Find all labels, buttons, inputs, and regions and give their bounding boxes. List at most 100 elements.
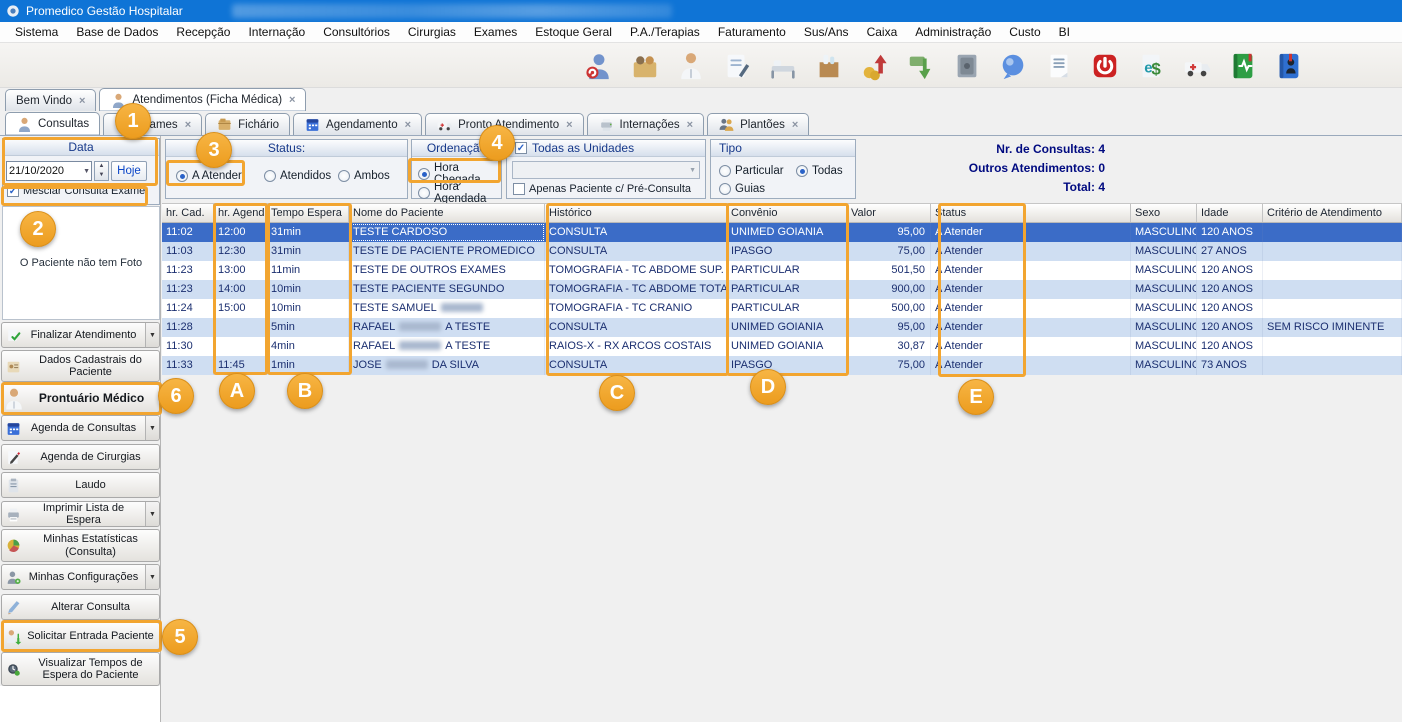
- pre-consulta-checkbox[interactable]: ✓: [513, 183, 525, 195]
- radio-ambos[interactable]: Ambos: [338, 170, 390, 182]
- tab-agendamento[interactable]: Agendamento×: [293, 113, 422, 135]
- phonebook-icon[interactable]: [1272, 47, 1306, 85]
- all-units-checkbox[interactable]: ✓: [515, 142, 527, 154]
- tab-bem-vindo[interactable]: Bem Vindo×: [5, 89, 96, 111]
- table-row[interactable]: 11:0212:0031minTESTE CARDOSOCONSULTAUNIM…: [162, 223, 1402, 242]
- column-header-status[interactable]: Status: [931, 204, 1131, 222]
- menu-bi[interactable]: BI: [1050, 23, 1079, 41]
- supplies-icon[interactable]: [812, 47, 846, 85]
- menu-sistema[interactable]: Sistema: [6, 23, 67, 41]
- today-button[interactable]: Hoje: [111, 161, 147, 181]
- close-tab-icon[interactable]: ×: [289, 94, 295, 106]
- column-header-hr-cad[interactable]: hr. Cad.: [162, 204, 214, 222]
- spinner-up-icon[interactable]: ▲: [95, 162, 108, 171]
- menu-p-a-terapias[interactable]: P.A./Terapias: [621, 23, 709, 41]
- radio-particular-dot[interactable]: [719, 165, 731, 177]
- date-input[interactable]: [6, 161, 92, 181]
- table-row[interactable]: 11:3311:451minJOSEDA SILVACONSULTAIPASGO…: [162, 356, 1402, 375]
- table-row[interactable]: 11:0312:3031minTESTE DE PACIENTE PROMEDI…: [162, 242, 1402, 261]
- minhas-estatisticas-consulta-button[interactable]: Minhas Estatísticas (Consulta): [1, 529, 160, 562]
- solicitar-entrada-paciente-button[interactable]: Solicitar Entrada Paciente: [1, 622, 160, 650]
- close-tab-icon[interactable]: ×: [687, 119, 693, 131]
- radio-hora-agendada[interactable]: Hora Agendada: [418, 181, 501, 205]
- table-row[interactable]: 11:2314:0010minTESTE PACIENTE SEGUNDOTOM…: [162, 280, 1402, 299]
- alterar-consulta-button[interactable]: Alterar Consulta: [1, 594, 160, 620]
- menu-estoque-geral[interactable]: Estoque Geral: [526, 23, 621, 41]
- invoice-icon[interactable]: [1042, 47, 1076, 85]
- dropdown-arrow-icon[interactable]: ▼: [145, 502, 159, 526]
- tab-fichario[interactable]: Fichário: [205, 113, 290, 135]
- radio-a-atender[interactable]: A Atender: [176, 170, 242, 182]
- close-tab-icon[interactable]: ×: [792, 119, 798, 131]
- logoff-icon[interactable]: [1088, 47, 1122, 85]
- column-header-convenio[interactable]: Convênio: [727, 204, 847, 222]
- close-tab-icon[interactable]: ×: [405, 119, 411, 131]
- minhas-configuracoes-button[interactable]: Minhas Configurações▼: [1, 564, 160, 590]
- column-header-nome-do-paciente[interactable]: Nome do Paciente: [349, 204, 545, 222]
- column-header-criterio-de-atendimento[interactable]: Critério de Atendimento: [1263, 204, 1402, 222]
- prescription-icon[interactable]: [720, 47, 754, 85]
- radio-atendidos-dot[interactable]: [264, 170, 276, 182]
- user-sync-icon[interactable]: [582, 47, 616, 85]
- spinner-down-icon[interactable]: ▼: [95, 171, 108, 180]
- laudo-button[interactable]: Laudo: [1, 472, 160, 498]
- column-header-hr-agend[interactable]: hr. Agend: [214, 204, 267, 222]
- radio-guias[interactable]: Guias: [719, 183, 765, 195]
- radio-hora-agendada-dot[interactable]: [418, 187, 430, 199]
- tab-consultas[interactable]: Consultas: [5, 112, 100, 135]
- hospital-bed-icon[interactable]: [766, 47, 800, 85]
- column-header-valor[interactable]: Valor: [847, 204, 931, 222]
- dropdown-arrow-icon[interactable]: ▼: [145, 323, 159, 347]
- dropdown-arrow-icon[interactable]: ▼: [145, 416, 159, 440]
- unit-select-dropdown-icon[interactable]: ▼: [689, 167, 696, 174]
- menu-recepcao[interactable]: Recepção: [167, 23, 239, 41]
- tab-pronto-atendimento[interactable]: Pronto Atendimento×: [425, 113, 583, 135]
- dados-cadastrais-do-paciente-button[interactable]: Dados Cadastrais do Paciente: [1, 350, 160, 382]
- vitals-agenda-icon[interactable]: [1226, 47, 1260, 85]
- column-header-tempo-espera[interactable]: Tempo Espera: [267, 204, 349, 222]
- tab-internacoes[interactable]: Internações×: [587, 113, 705, 135]
- merge-consulta-checkbox[interactable]: ✓: [7, 185, 19, 197]
- agenda-de-consultas-button[interactable]: Agenda de Consultas▼: [1, 415, 160, 441]
- radio-a-atender-dot[interactable]: [176, 170, 188, 182]
- menu-base-de-dados[interactable]: Base de Dados: [67, 23, 167, 41]
- tab-atendimentos-ficha-medica[interactable]: Atendimentos (Ficha Médica)×: [99, 88, 306, 111]
- date-spinner[interactable]: ▲ ▼: [94, 161, 109, 181]
- imprimir-lista-de-espera-button[interactable]: Imprimir Lista de Espera▼: [1, 501, 160, 527]
- column-header-historico[interactable]: Histórico: [545, 204, 727, 222]
- table-row[interactable]: 11:2415:0010minTESTE SAMUELTOMOGRAFIA - …: [162, 299, 1402, 318]
- revenue-up-icon[interactable]: [858, 47, 892, 85]
- safe-icon[interactable]: [950, 47, 984, 85]
- expense-down-icon[interactable]: [904, 47, 938, 85]
- radio-atendidos[interactable]: Atendidos: [264, 170, 331, 182]
- menu-cirurgias[interactable]: Cirurgias: [399, 23, 465, 41]
- tab-exames[interactable]: Exames×: [103, 113, 202, 135]
- finalizar-atendimento-button[interactable]: Finalizar Atendimento▼: [1, 322, 160, 348]
- dropdown-arrow-icon[interactable]: ▼: [145, 565, 159, 589]
- table-row[interactable]: 11:304minRAFAELA TESTERAIOS-X - RX ARCOS…: [162, 337, 1402, 356]
- menu-exames[interactable]: Exames: [465, 23, 526, 41]
- close-tab-icon[interactable]: ×: [185, 119, 191, 131]
- menu-consultorios[interactable]: Consultórios: [314, 23, 399, 41]
- menu-administracao[interactable]: Administração: [906, 23, 1000, 41]
- prontuario-medico-button[interactable]: Prontuário Médico: [1, 384, 160, 413]
- column-header-sexo[interactable]: Sexo: [1131, 204, 1197, 222]
- chat-icon[interactable]: [996, 47, 1030, 85]
- visualizar-tempos-de-espera-do-paciente-button[interactable]: Visualizar Tempos de Espera do Paciente: [1, 652, 160, 686]
- menu-caixa[interactable]: Caixa: [858, 23, 907, 41]
- table-row[interactable]: 11:285minRAFAELA TESTECONSULTAUNIMED GOI…: [162, 318, 1402, 337]
- menu-custo[interactable]: Custo: [1000, 23, 1049, 41]
- agenda-de-cirurgias-button[interactable]: Agenda de Cirurgias: [1, 444, 160, 470]
- tab-plantoes[interactable]: Plantões×: [707, 113, 809, 135]
- column-header-idade[interactable]: Idade: [1197, 204, 1263, 222]
- radio-todas-dot[interactable]: [796, 165, 808, 177]
- close-tab-icon[interactable]: ×: [566, 119, 572, 131]
- radio-ambos-dot[interactable]: [338, 170, 350, 182]
- menu-sus-ans[interactable]: Sus/Ans: [795, 23, 858, 41]
- e-billing-icon[interactable]: e$: [1134, 47, 1168, 85]
- radio-guias-dot[interactable]: [719, 183, 731, 195]
- patients-folder-icon[interactable]: [628, 47, 662, 85]
- menu-faturamento[interactable]: Faturamento: [709, 23, 795, 41]
- ambulance-icon[interactable]: [1180, 47, 1214, 85]
- doctor-icon[interactable]: [674, 47, 708, 85]
